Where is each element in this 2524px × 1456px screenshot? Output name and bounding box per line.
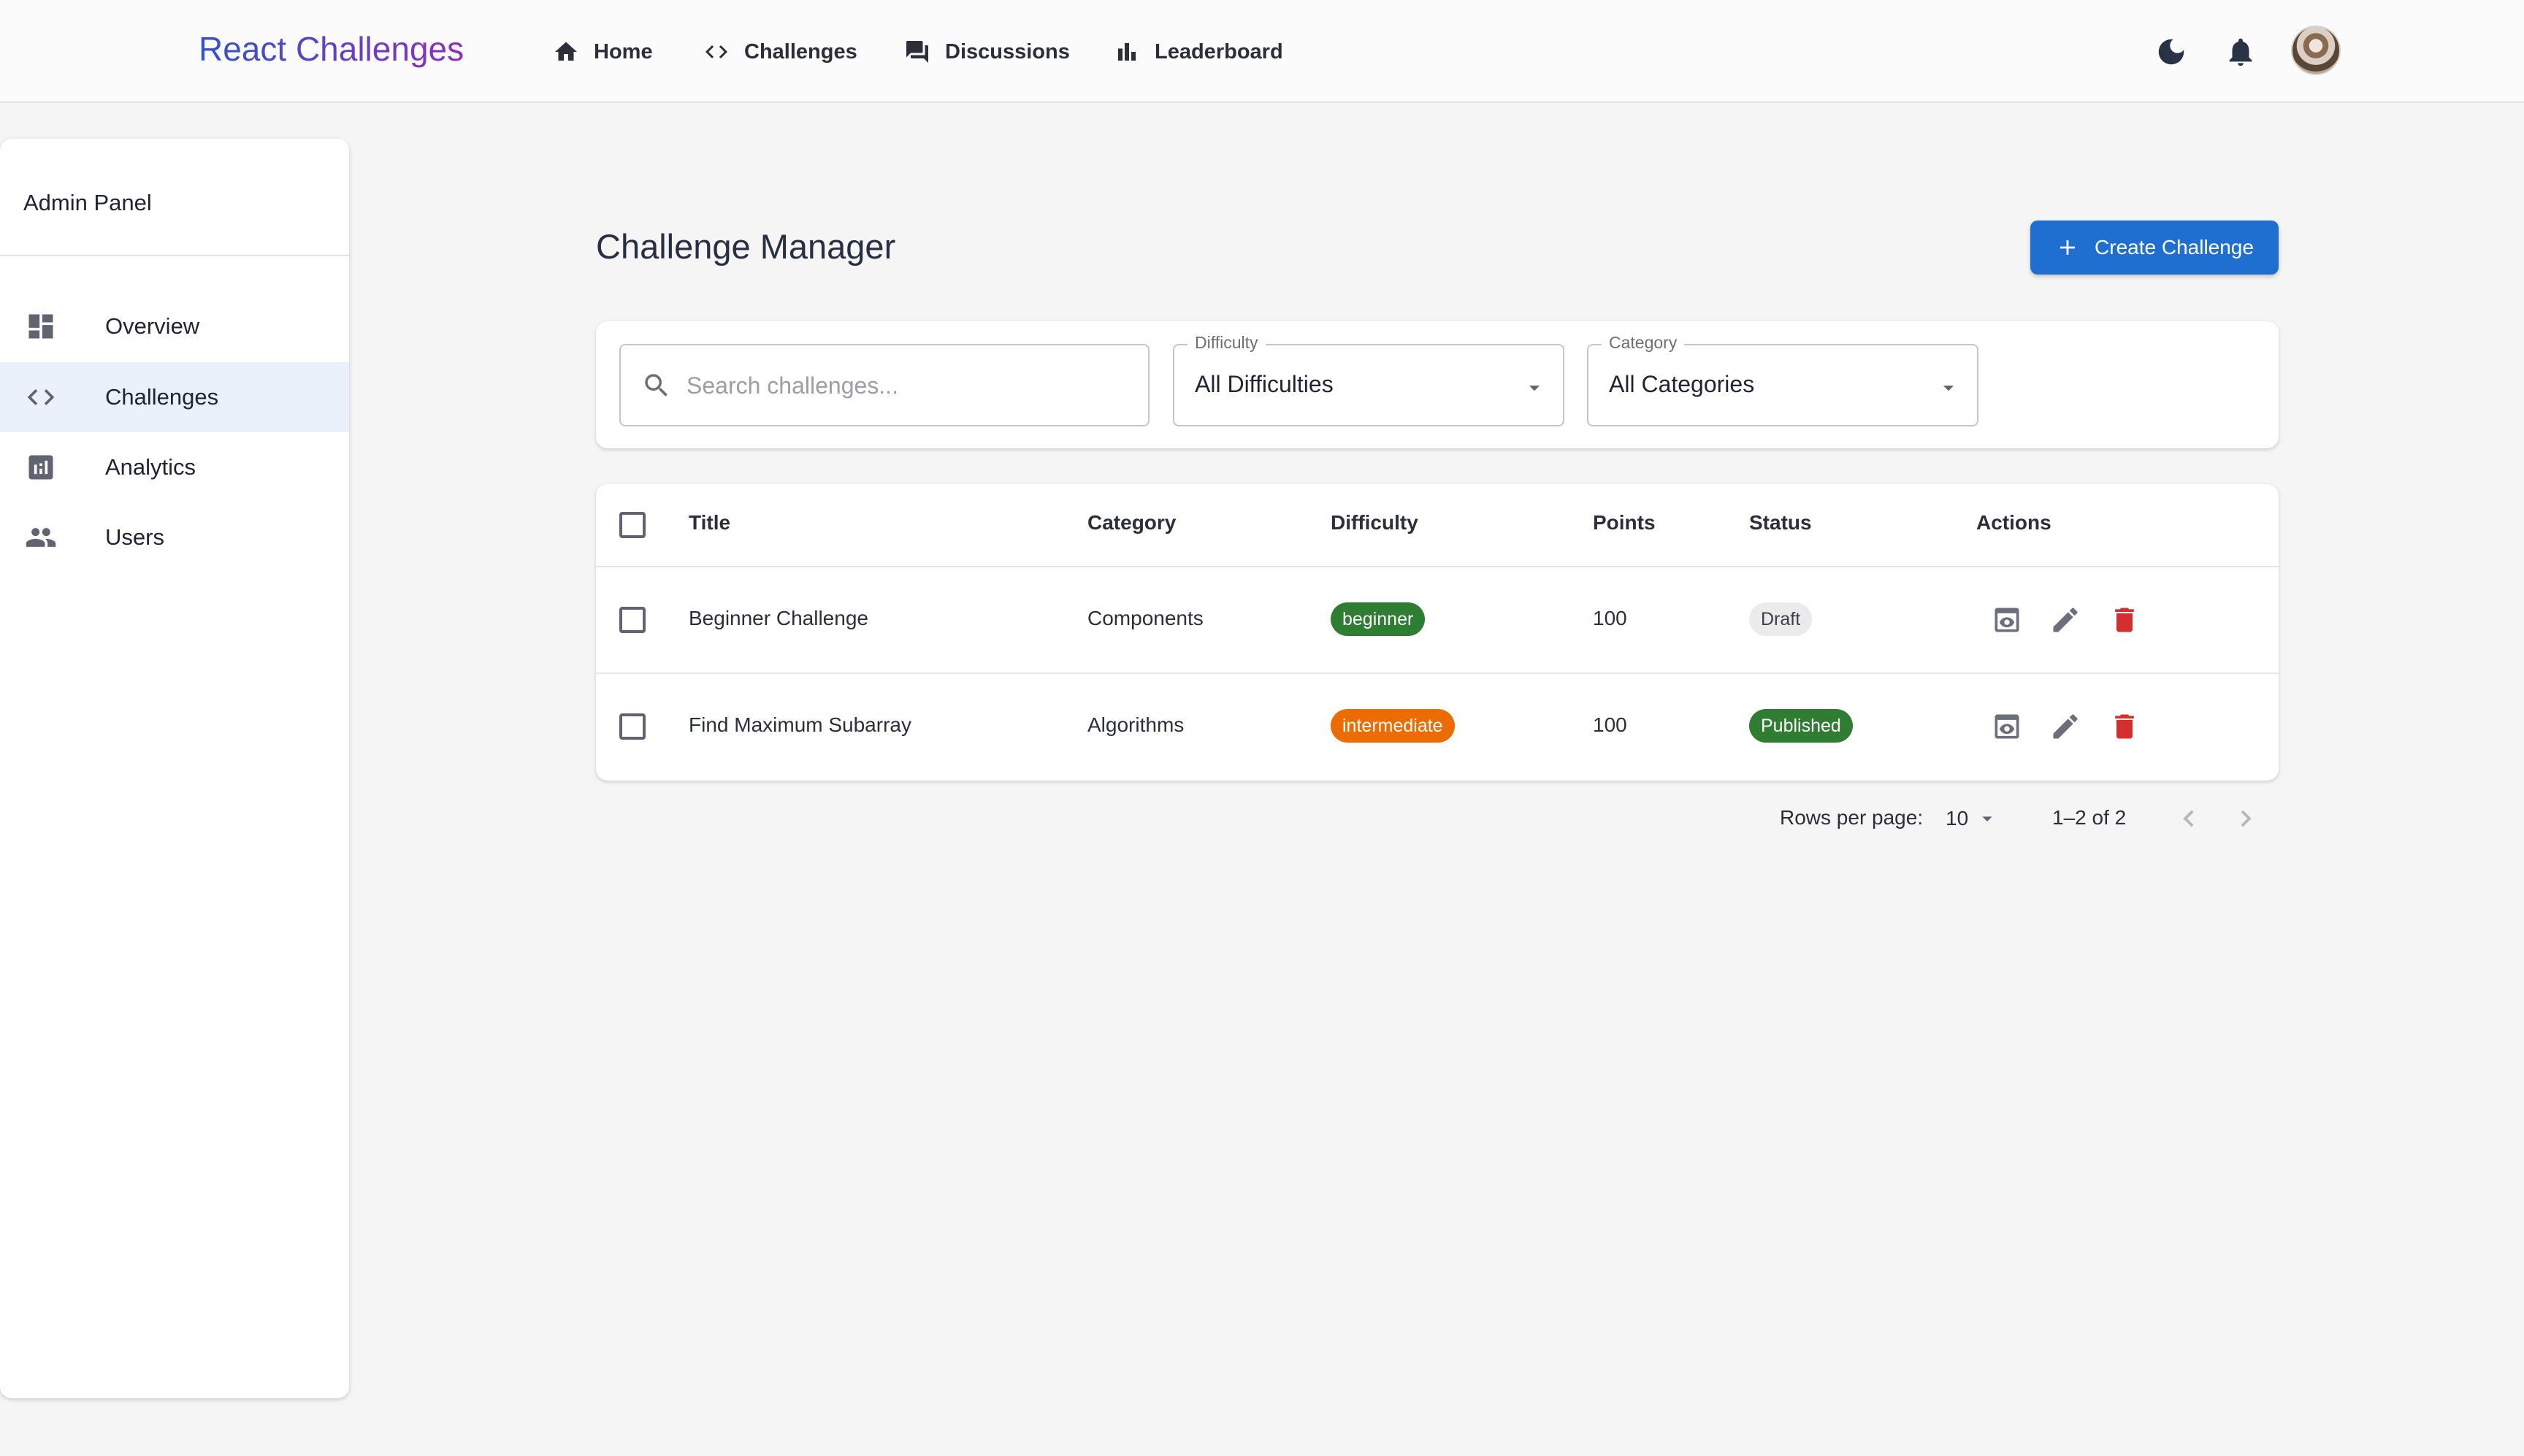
- row-checkbox[interactable]: [619, 607, 646, 633]
- category-select-label: Category: [1602, 333, 1685, 353]
- sidebar-item-label: Overview: [105, 313, 200, 339]
- difficulty-select-value: All Difficulties: [1195, 371, 1334, 397]
- sidebar-item-challenges[interactable]: Challenges: [0, 362, 349, 432]
- column-header-difficulty[interactable]: Difficulty: [1331, 511, 1418, 534]
- column-header-title[interactable]: Title: [689, 511, 730, 534]
- difficulty-badge: intermediate: [1331, 709, 1455, 743]
- preview-icon: [1995, 714, 2019, 739]
- nav-home[interactable]: Home: [553, 35, 653, 69]
- people-icon: [25, 521, 57, 553]
- analytics-icon: [25, 451, 57, 483]
- preview-button[interactable]: [1991, 604, 2023, 636]
- category-select[interactable]: Category All Categories: [1587, 333, 1978, 426]
- rows-per-page-select[interactable]: 10: [1946, 802, 1999, 835]
- leaderboard-icon: [1118, 43, 1136, 61]
- pagination-range: 1–2 of 2: [2052, 806, 2127, 829]
- challenge-points: 100: [1593, 713, 1627, 736]
- challenge-title: Find Maximum Subarray: [689, 713, 911, 736]
- search-icon: [645, 374, 668, 396]
- page-title: Challenge Manager: [596, 227, 896, 266]
- challenge-points: 100: [1593, 607, 1627, 629]
- row-checkbox[interactable]: [619, 713, 646, 740]
- caret-down-icon: [1943, 386, 1954, 391]
- sidebar-item-analytics[interactable]: Analytics: [0, 432, 349, 502]
- chevron-left-icon: [2183, 810, 2194, 827]
- edit-button[interactable]: [2049, 710, 2081, 743]
- sidebar-item-label: Users: [105, 524, 164, 550]
- nav-home-label: Home: [594, 39, 653, 64]
- nav-leaderboard-label: Leaderboard: [1155, 39, 1283, 64]
- admin-sidebar: Admin Panel Overview Challenges Analytic…: [0, 139, 349, 1398]
- forum-icon: [906, 41, 928, 63]
- table-row[interactable]: Find Maximum Subarray Algorithms interme…: [596, 674, 2279, 781]
- preview-button[interactable]: [1991, 710, 2023, 743]
- nav-discussions-label: Discussions: [945, 39, 1070, 64]
- rows-per-page-value: 10: [1946, 807, 1969, 829]
- brand-logo[interactable]: React Challenges: [199, 29, 464, 69]
- theme-toggle-button[interactable]: [2154, 35, 2188, 69]
- difficulty-badge: beginner: [1331, 602, 1426, 636]
- delete-button[interactable]: [2108, 710, 2141, 743]
- create-challenge-label: Create Challenge: [2095, 236, 2254, 258]
- select-all-checkbox[interactable]: [619, 512, 646, 538]
- sidebar-item-overview[interactable]: Overview: [0, 291, 349, 361]
- sidebar-item-label: Analytics: [105, 454, 196, 480]
- nav-challenges[interactable]: Challenges: [703, 35, 857, 69]
- sidebar-title: Admin Panel: [23, 190, 152, 215]
- top-app-bar: React Challenges Home Challenges Discuss…: [0, 0, 2524, 103]
- bell-icon: [2229, 38, 2252, 66]
- status-badge: Published: [1749, 709, 1853, 743]
- sidebar-divider: [0, 255, 349, 256]
- plus-icon: [2060, 240, 2075, 255]
- nav-leaderboard[interactable]: Leaderboard: [1114, 35, 1283, 69]
- column-header-actions: Actions: [1976, 511, 2051, 534]
- next-page-button[interactable]: [2229, 802, 2263, 835]
- code-icon: [25, 381, 57, 413]
- filter-card: Difficulty All Difficulties Category All…: [596, 321, 2279, 448]
- category-select-value: All Categories: [1609, 371, 1755, 397]
- delete-icon: [2115, 714, 2134, 739]
- edit-icon: [2053, 714, 2078, 739]
- difficulty-select-label: Difficulty: [1188, 333, 1266, 353]
- caret-down-icon: [1529, 386, 1540, 391]
- avatar[interactable]: [2291, 26, 2341, 75]
- column-header-category[interactable]: Category: [1087, 511, 1176, 534]
- status-badge: Draft: [1749, 602, 1813, 636]
- table-row[interactable]: Beginner Challenge Components beginner 1…: [596, 567, 2279, 674]
- challenge-title: Beginner Challenge: [689, 607, 868, 629]
- rows-per-page-label: Rows per page:: [1780, 806, 1924, 829]
- code-icon: [705, 45, 727, 58]
- create-challenge-button[interactable]: Create Challenge: [2030, 221, 2279, 275]
- challenges-table: Title Category Difficulty Points Status …: [596, 484, 2279, 781]
- column-header-status[interactable]: Status: [1749, 511, 1812, 534]
- caret-down-icon: [1982, 816, 1992, 821]
- nav-challenges-label: Challenges: [744, 39, 857, 64]
- delete-button[interactable]: [2108, 604, 2141, 636]
- delete-icon: [2115, 608, 2134, 632]
- edit-button[interactable]: [2049, 604, 2081, 636]
- notifications-button[interactable]: [2224, 35, 2257, 69]
- challenge-category: Components: [1087, 607, 1204, 629]
- preview-icon: [1995, 608, 2019, 632]
- moon-icon: [2158, 39, 2184, 65]
- search-input[interactable]: [687, 366, 1132, 405]
- difficulty-select[interactable]: Difficulty All Difficulties: [1173, 333, 1564, 426]
- home-icon: [555, 42, 577, 61]
- previous-page-button[interactable]: [2172, 802, 2206, 835]
- sidebar-item-users[interactable]: Users: [0, 502, 349, 572]
- sidebar-item-label: Challenges: [105, 384, 219, 410]
- column-header-points[interactable]: Points: [1593, 511, 1656, 534]
- challenge-category: Algorithms: [1087, 713, 1185, 736]
- nav-discussions[interactable]: Discussions: [904, 35, 1070, 69]
- chevron-right-icon: [2241, 810, 2252, 827]
- edit-icon: [2053, 608, 2078, 632]
- dashboard-icon: [25, 310, 57, 342]
- search-field[interactable]: [619, 344, 1150, 426]
